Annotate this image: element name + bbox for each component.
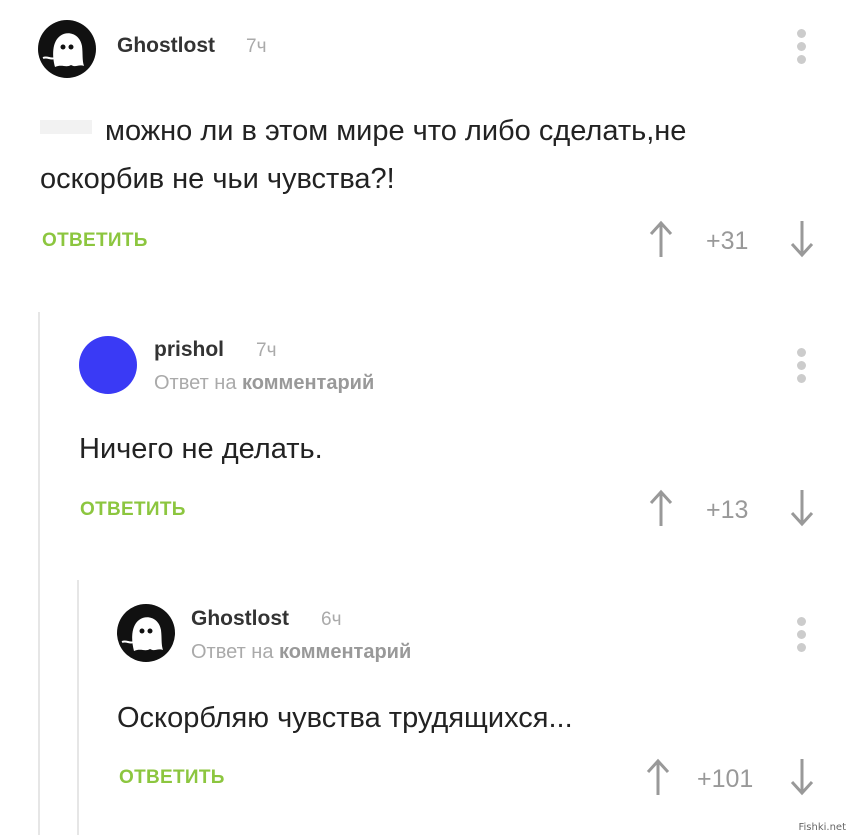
vote-score: +101 [697,765,754,793]
comment-text-line: Ничего не делать. [79,433,323,465]
ghost-icon [42,33,84,67]
vote-score: +13 [706,496,749,524]
reply-to-link[interactable]: комментарий [242,372,374,394]
arrow-up-icon[interactable] [648,489,674,527]
arrow-down-icon[interactable] [789,220,815,258]
hidden-text-block [40,120,92,134]
more-options-icon[interactable] [794,348,808,388]
arrow-down-icon[interactable] [789,489,815,527]
arrow-down-icon[interactable] [789,758,815,796]
timestamp: 6ч [321,609,342,630]
avatar[interactable] [117,604,175,662]
username[interactable]: prishol [154,338,224,362]
blue-circle-avatar[interactable] [79,336,137,394]
watermark: Fishki.net [798,822,846,833]
reply-to-prefix: Ответ на [191,641,274,663]
reply-button[interactable]: ОТВЕТИТЬ [42,230,148,252]
comment-text-line: оскорбив не чьи чувства?! [40,163,395,195]
reply-to-prefix: Ответ на [154,372,237,394]
reply-to-link[interactable]: комментарий [279,641,411,663]
ghost-icon [121,617,163,651]
arrow-up-icon[interactable] [645,758,671,796]
more-options-icon[interactable] [794,29,808,69]
thread-line-level-2 [77,580,79,835]
arrow-up-icon[interactable] [648,220,674,258]
username[interactable]: Ghostlost [191,607,289,631]
timestamp: 7ч [246,36,267,57]
reply-to-label: Ответ на комментарий [191,641,411,664]
avatar[interactable] [38,20,96,78]
thread-line-level-1 [38,312,40,835]
vote-score: +31 [706,227,749,255]
reply-button[interactable]: ОТВЕТИТЬ [119,767,225,789]
username[interactable]: Ghostlost [117,34,215,58]
comment-text-line: Оскорбляю чувства трудящихся... [117,702,573,734]
comment-text-line: можно ли в этом мире что либо сделать,не [105,115,687,147]
reply-to-label: Ответ на комментарий [154,372,374,395]
reply-button[interactable]: ОТВЕТИТЬ [80,499,186,521]
timestamp: 7ч [256,340,277,361]
more-options-icon[interactable] [794,617,808,657]
